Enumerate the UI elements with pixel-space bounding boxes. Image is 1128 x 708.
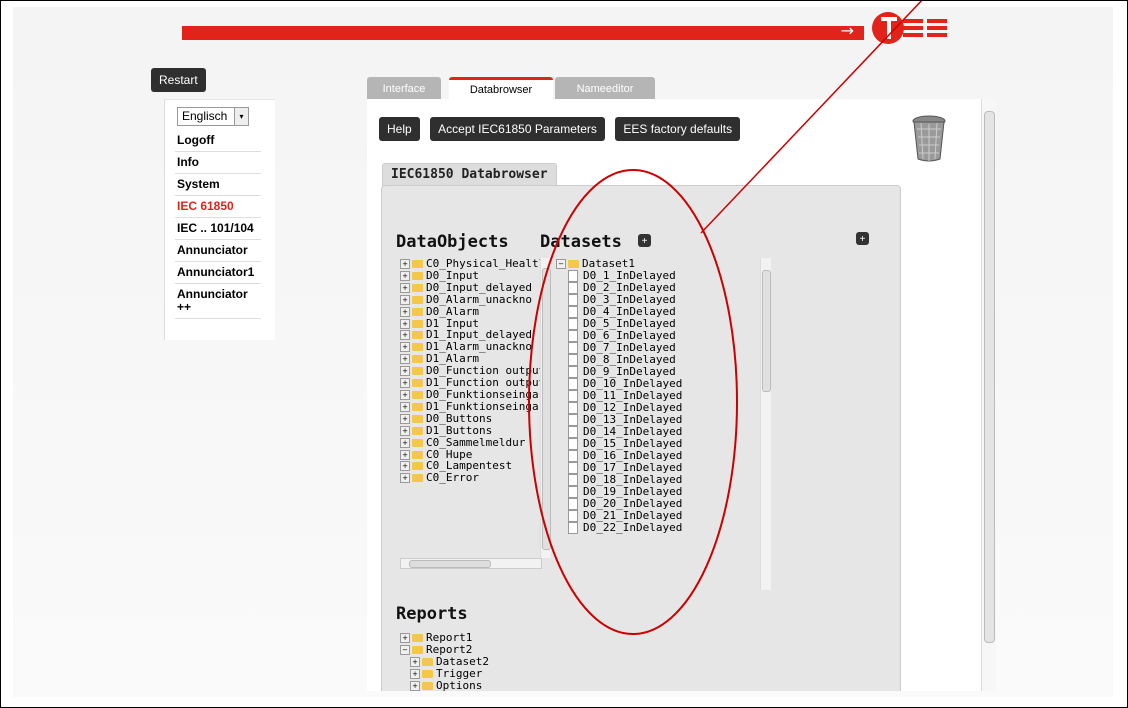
annotation-ellipse bbox=[528, 169, 738, 635]
annotation-line bbox=[700, 1, 923, 234]
screenshot-frame: → Restart Englisch ▾ Logoff Info System IEC… bbox=[0, 0, 1128, 708]
annotation-overlay bbox=[528, 1, 923, 635]
